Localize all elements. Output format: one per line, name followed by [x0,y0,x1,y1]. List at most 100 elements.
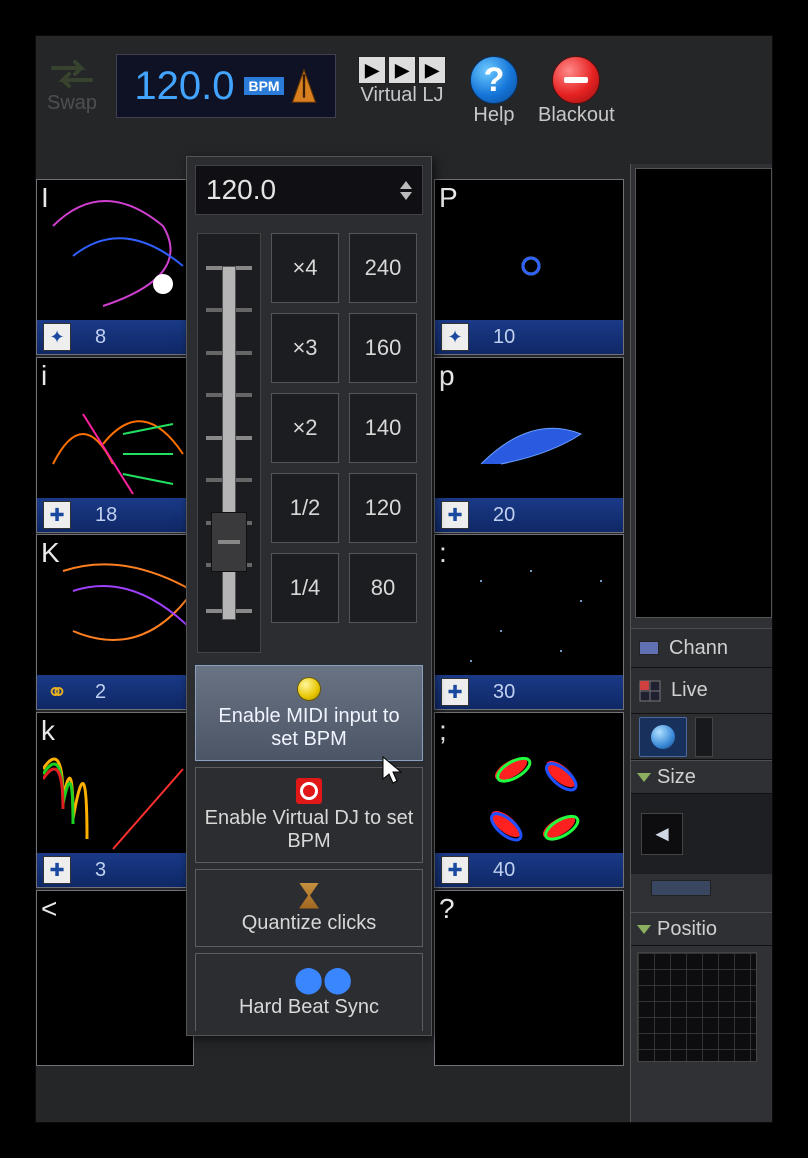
size-body: ◄ [631,794,772,874]
cue-cell[interactable]: k ✚3 [36,712,194,888]
cue-key: I [41,182,49,214]
swap-icon [46,56,98,92]
channels-label: Chann [669,637,728,660]
play-icon: ▶ [388,56,416,84]
size-label: Size [657,766,696,789]
bpm-display[interactable]: 120.0 BPM [116,54,336,118]
cue-key: p [439,360,455,392]
globe-button[interactable] [639,717,687,757]
channels-header[interactable]: Chann [631,628,772,668]
swap-button[interactable]: Swap [46,56,98,115]
virtual-lj-label: Virtual LJ [360,84,443,107]
metronome-icon [290,66,318,106]
bpm-value: 120.0 [134,64,234,109]
globe-row [631,714,772,760]
help-label: Help [473,104,514,127]
right-panel: Chann Live Size ◄ Positio [630,164,772,1122]
cue-cell[interactable]: i ✚18 [36,357,194,533]
thin-button[interactable] [695,717,713,757]
preset-button[interactable]: 160 [349,313,417,383]
cue-cell[interactable]: I ✦ 8 [36,179,194,355]
cue-icon: ✦ [441,323,469,351]
position-label: Positio [657,918,717,941]
size-stepper-prev[interactable]: ◄ [641,813,683,855]
cue-value: 30 [493,681,515,704]
cue-icon: ✦ [43,323,71,351]
top-toolbar: Swap 120.0 BPM ▶ ▶ ▶ Virtual LJ ? Help B… [36,36,772,154]
grid-icon [639,680,661,702]
blackout-label: Blackout [538,104,615,127]
mult-button[interactable]: ×3 [271,313,339,383]
bpm-numeric-input[interactable]: 120.0 [195,165,423,215]
cue-cell[interactable]: K ⚭ 2 [36,534,194,710]
midi-icon [297,677,321,701]
cue-icon: ✚ [441,678,469,706]
bpm-numeric-value: 120.0 [206,174,276,206]
chevron-down-icon [637,925,651,934]
size-header[interactable]: Size [631,760,772,794]
preset-button[interactable]: 120 [349,473,417,543]
cue-value: 40 [493,859,515,882]
cue-cell[interactable]: P ✦ 10 [434,179,624,355]
enable-midi-button[interactable]: Enable MIDI input to set BPM [195,665,423,761]
mult-button[interactable]: 1/4 [271,553,339,623]
multiplier-column: ×4 ×3 ×2 1/2 1/4 [271,233,339,653]
bpm-step-up[interactable] [400,181,412,189]
slot-icon [639,641,659,655]
bpm-spinner [400,181,412,200]
cue-key: ; [439,715,447,747]
cue-icon: ✚ [441,501,469,529]
live-label: Live [671,679,708,702]
play-icon: ▶ [358,56,386,84]
virtual-lj-button[interactable]: ▶ ▶ ▶ Virtual LJ [358,56,446,107]
cue-cell[interactable]: p ✚20 [434,357,624,533]
enable-vdj-button[interactable]: Enable Virtual DJ to set BPM [195,767,423,863]
mult-button[interactable]: ×4 [271,233,339,303]
cue-icon: ⚭ [43,678,71,706]
cue-value: 10 [493,326,515,349]
cue-value: 2 [95,681,106,704]
cue-cell[interactable]: ; ✚ 40 [434,712,624,888]
cue-cell[interactable]: ? [434,890,624,1066]
mult-button[interactable]: 1/2 [271,473,339,543]
cue-key: i [41,360,47,392]
app-frame: Swap 120.0 BPM ▶ ▶ ▶ Virtual LJ ? Help B… [35,35,773,1123]
quantize-label: Quantize clicks [242,912,377,935]
bpm-slider[interactable] [197,233,261,653]
position-grid[interactable] [637,952,757,1062]
preset-button[interactable]: 240 [349,233,417,303]
mult-button[interactable]: ×2 [271,393,339,463]
cue-cell[interactable]: < [36,890,194,1066]
cue-value: 8 [95,326,106,349]
quantize-button[interactable]: Quantize clicks [195,869,423,947]
globe-icon [651,725,675,749]
footsteps-icon: ⬤⬤ [294,967,324,993]
position-header[interactable]: Positio [631,912,772,946]
cue-value: 18 [95,504,117,527]
target-icon [296,778,322,804]
size-slider[interactable] [651,880,711,896]
bpm-popup: 120.0 [186,156,432,1036]
workspace: I ✦8 i ✚18 K ⚭2 k ✚3 < [36,154,772,1122]
cue-value: 3 [95,859,106,882]
cue-icon: ✚ [43,856,71,884]
blackout-button[interactable]: Blackout [538,56,615,127]
enable-midi-label: Enable MIDI input to set BPM [204,705,414,751]
cue-key: ? [439,893,455,925]
hourglass-icon [299,883,319,909]
slider-thumb[interactable] [211,512,247,572]
live-row[interactable]: Live [631,668,772,714]
bpm-step-down[interactable] [400,192,412,200]
cue-icon: ✚ [441,856,469,884]
cue-key: K [41,537,60,569]
play-icon: ▶ [418,56,446,84]
cue-cell[interactable]: : ✚30 [434,534,624,710]
preset-button[interactable]: 140 [349,393,417,463]
cue-key: < [41,893,57,925]
cue-key: P [439,182,458,214]
size-slider-row [631,874,772,902]
hard-beat-button[interactable]: ⬤⬤ Hard Beat Sync [195,953,423,1031]
preset-column: 240 160 140 120 80 [349,233,417,653]
help-button[interactable]: ? Help [470,56,518,127]
preset-button[interactable]: 80 [349,553,417,623]
